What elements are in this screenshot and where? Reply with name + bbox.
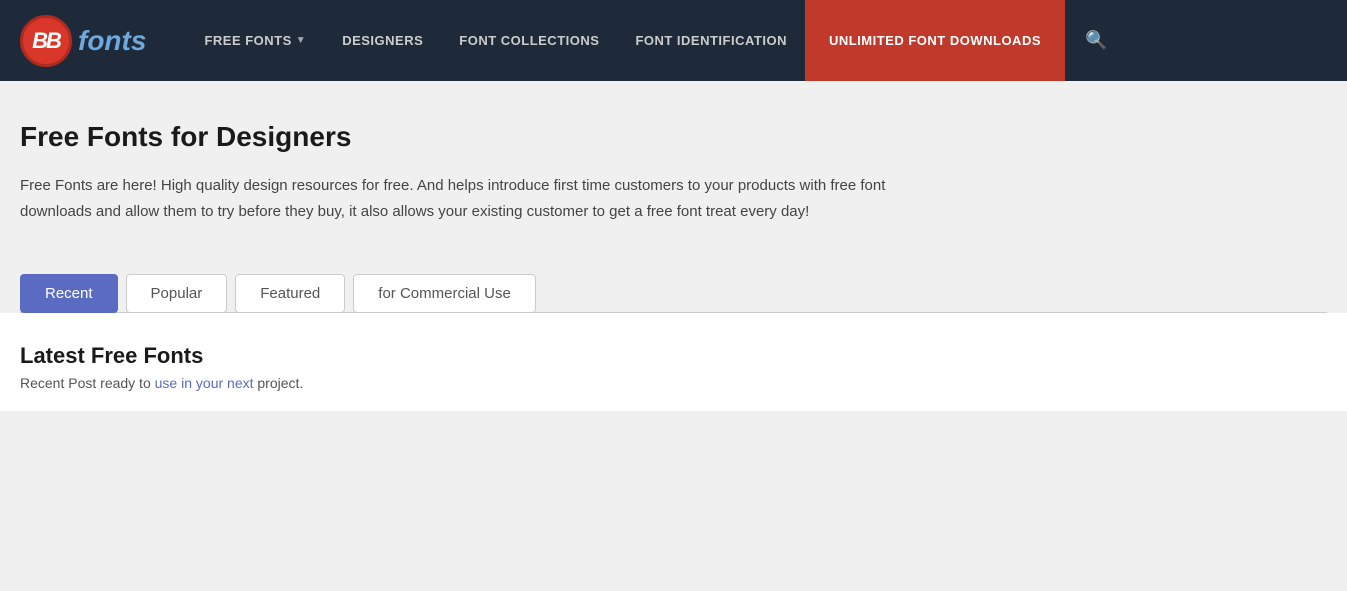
subtitle-highlight-next: next bbox=[227, 375, 253, 391]
tab-recent[interactable]: Recent bbox=[20, 274, 118, 313]
dropdown-arrow-icon: ▼ bbox=[296, 35, 306, 46]
logo-circle: BB bbox=[20, 15, 72, 67]
latest-title: Latest Free Fonts bbox=[20, 343, 1327, 369]
page-title: Free Fonts for Designers bbox=[20, 121, 1327, 153]
subtitle-highlight-your: your bbox=[196, 375, 223, 391]
logo-bb-text: BB bbox=[32, 28, 60, 54]
main-nav: FREE FONTS ▼ DESIGNERS FONT COLLECTIONS … bbox=[186, 0, 1327, 81]
nav-font-identification[interactable]: FONT IDENTIFICATION bbox=[617, 0, 805, 81]
tab-featured[interactable]: Featured bbox=[235, 274, 345, 313]
nav-font-collections[interactable]: FONT COLLECTIONS bbox=[441, 0, 617, 81]
subtitle-highlight-use: use bbox=[155, 375, 178, 391]
latest-section: Latest Free Fonts Recent Post ready to u… bbox=[0, 313, 1347, 411]
nav-designers[interactable]: DESIGNERS bbox=[324, 0, 441, 81]
page-description: Free Fonts are here! High quality design… bbox=[20, 173, 890, 224]
nav-cta-unlimited[interactable]: UNLIMITED FONT DOWNLOADS bbox=[805, 0, 1065, 81]
main-content: Free Fonts for Designers Free Fonts are … bbox=[0, 81, 1347, 313]
search-icon: 🔍 bbox=[1085, 30, 1107, 51]
logo-fonts-text: fonts bbox=[78, 25, 146, 57]
nav-free-fonts[interactable]: FREE FONTS ▼ bbox=[186, 0, 324, 81]
tab-popular[interactable]: Popular bbox=[126, 274, 228, 313]
site-logo[interactable]: BB fonts bbox=[20, 15, 146, 67]
tab-commercial[interactable]: for Commercial Use bbox=[353, 274, 536, 313]
latest-subtitle: Recent Post ready to use in your next pr… bbox=[20, 375, 1327, 391]
search-button[interactable]: 🔍 bbox=[1065, 0, 1127, 81]
site-header: BB fonts FREE FONTS ▼ DESIGNERS FONT COL… bbox=[0, 0, 1347, 81]
tabs-container: Recent Popular Featured for Commercial U… bbox=[20, 274, 1327, 313]
subtitle-highlight-in: in bbox=[181, 375, 192, 391]
